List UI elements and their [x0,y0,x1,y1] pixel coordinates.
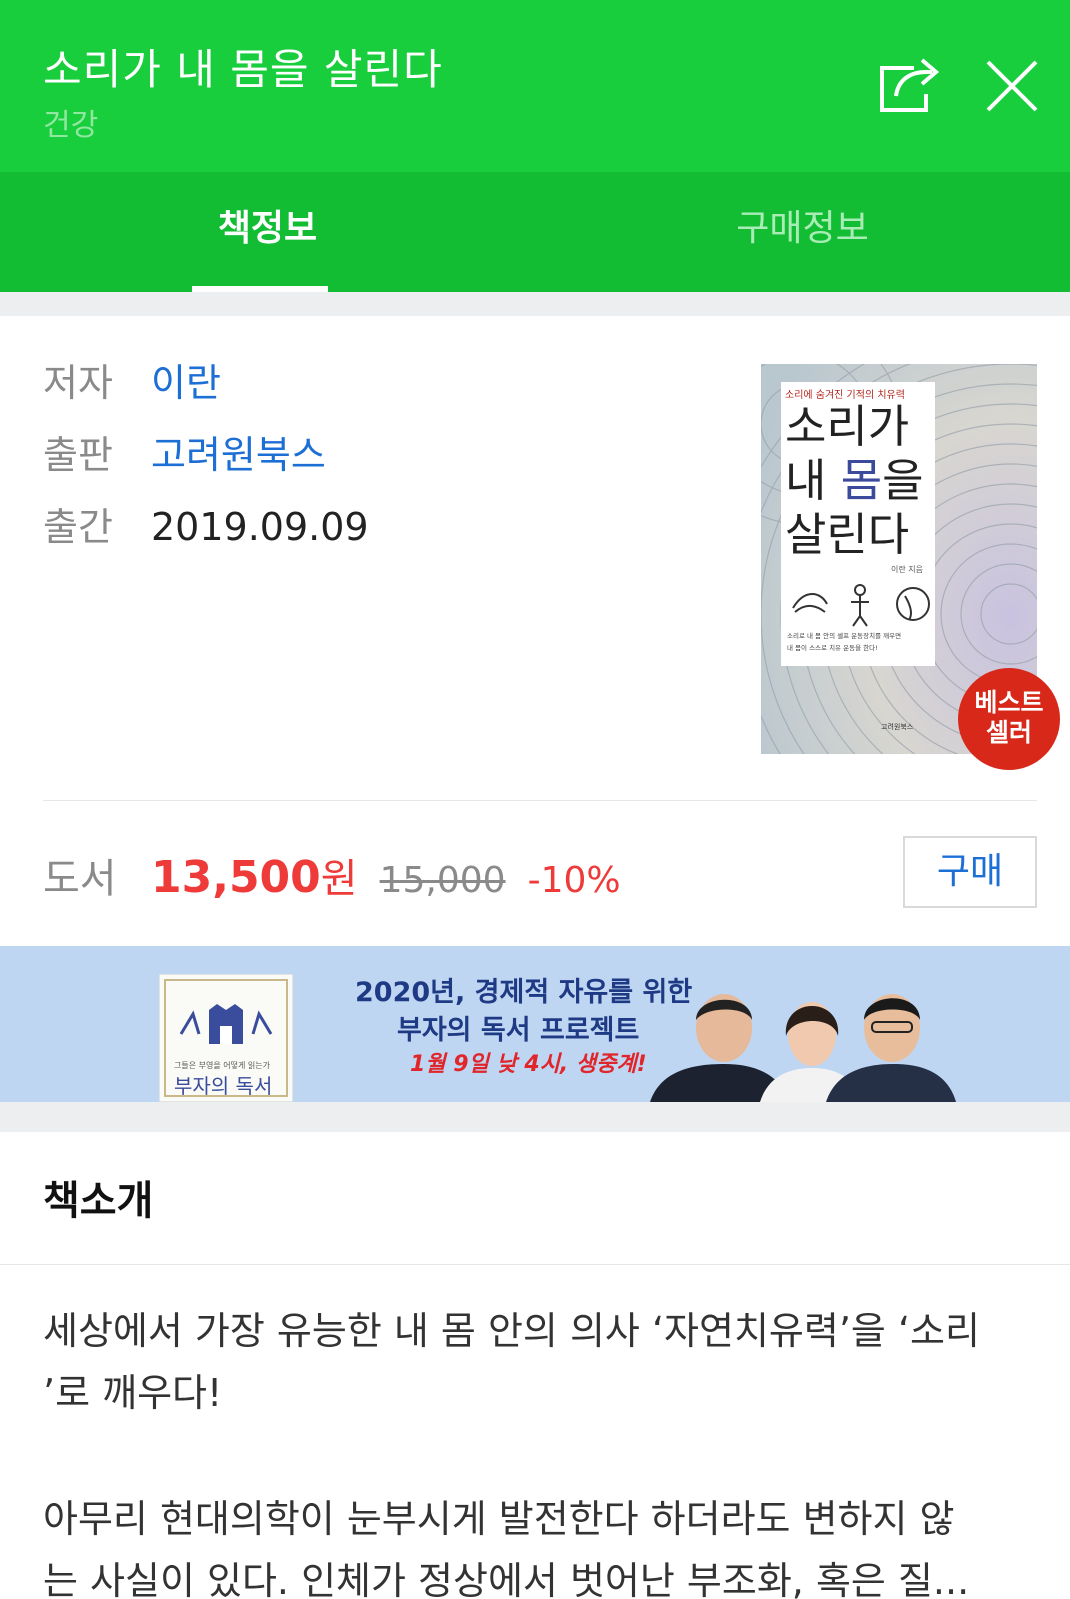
banner-schedule: 1월 9일 낮 4시, 생중계! [410,1052,647,1077]
app-header: 소리가 내 몸을 살린다 건강 [0,0,1070,172]
format-label: 도서 [43,856,117,902]
cover-title-line2: 내 몸을 [785,454,924,508]
tab-purchase-info[interactable]: 구매정보 [535,172,1070,292]
cover-caption-line2: 내 몸이 스스로 치유 운동을 한다! [787,644,878,652]
currency-unit: 원 [320,856,358,902]
tab-book-info[interactable]: 책정보 [0,172,535,292]
intro-text-line: ’로 깨우다! [43,1371,223,1415]
section-divider [0,292,1070,316]
discount-rate: -10% [527,860,621,901]
share-icon[interactable] [876,54,942,116]
bestseller-badge: 베스트 셀러 [958,668,1060,770]
cover-publisher: 고려원북스 [881,723,914,731]
intro-text-line: 는 사실이 있다. 인체가 정상에서 벗어난 부조화, 혹은 질... [43,1559,970,1599]
intro-text-line: 아무리 현대의학이 눈부시게 발전한다 하더라도 변하지 않 [43,1497,955,1541]
divider [43,800,1037,801]
banner-people-image [650,994,956,1102]
author-label: 저자 [43,361,113,405]
intro-text-line: 세상에서 가장 유능한 내 몸 안의 의사 ‘자연치유력’을 ‘소리 [43,1309,980,1353]
cover-title: 소리가 내 몸을 살린다 [785,400,924,562]
cover-title-part: 을 [882,454,924,507]
author-row: 저자 이란 [43,352,221,407]
badge-line2: 셀러 [985,718,1032,747]
intro-paragraph-2: 아무리 현대의학이 눈부시게 발전한다 하더라도 변하지 않 는 사실이 있다.… [43,1488,1043,1599]
intro-paragraph-1: 세상에서 가장 유능한 내 몸 안의 의사 ‘자연치유력’을 ‘소리 ’로 깨우… [43,1300,1043,1424]
buy-button[interactable]: 구매 [903,836,1037,908]
banner-book-title: 부자의 독서 [174,1074,273,1098]
author-link[interactable]: 이란 [151,361,221,405]
cover-title-highlight: 몸 [840,454,883,507]
banner-subheadline: 부자의 독서 프로젝트 [397,1015,640,1046]
cover-tagline: 소리에 숨겨진 기적의 치유력 [785,390,905,401]
original-price: 15,000 [379,860,506,901]
section-divider [0,1102,1070,1132]
publisher-link[interactable]: 고려원북스 [151,433,326,477]
cover-title-part: 내 [785,454,841,507]
close-icon[interactable] [984,58,1040,114]
cover-title-line1: 소리가 [785,400,910,453]
date-row: 출간 2019.09.09 [43,496,369,551]
publish-date: 2019.09.09 [151,505,369,549]
book-title: 소리가 내 몸을 살린다 [43,45,443,94]
badge-line1: 베스트 [974,688,1044,717]
date-label: 출간 [43,505,113,549]
publisher-row: 출판 고려원북스 [43,424,326,479]
cover-illustration [792,584,930,627]
cover-caption-line1: 소리로 내 몸 안의 셀프 운동장치를 깨우면 [787,632,902,640]
tab-bar: 책정보 구매정보 [0,172,1070,292]
price-row: 도서 13,500원 15,000 -10% [43,846,621,904]
divider [0,1264,1070,1265]
cover-author: 이란 지음 [891,565,923,574]
publisher-label: 출판 [43,433,113,477]
cover-title-line3: 살린다 [785,508,910,561]
promo-banner[interactable]: 그들은 부영을 어떻게 읽는가 부자의 독서 2020년, 경제적 자유를 위한… [0,946,1070,1102]
cover-caption: 소리로 내 몸 안의 셀프 운동장치를 깨우면 내 몸이 스스로 치유 운동을 … [787,630,933,654]
intro-heading: 책소개 [43,1178,154,1224]
book-category: 건강 [43,108,99,143]
sale-price: 13,500 [151,852,321,903]
banner-headline: 2020년, 경제적 자유를 위한 [355,977,693,1008]
